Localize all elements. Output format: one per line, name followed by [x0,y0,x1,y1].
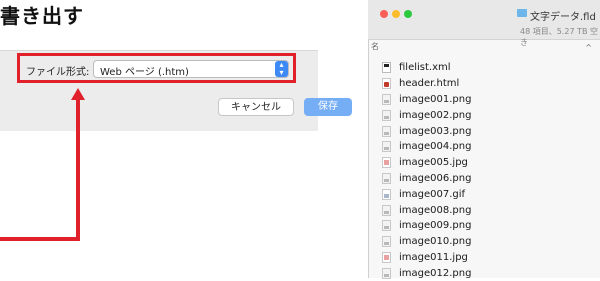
file-list-item[interactable]: image001.png [382,92,600,108]
jpg-file-icon [382,251,391,263]
file-list-item[interactable]: image009.png [382,218,600,234]
file-name: image004.png [399,141,472,153]
png-file-icon [382,267,391,279]
file-name: image007.gif [399,188,466,200]
gif-file-icon [382,188,391,200]
column-header-label: 名 [371,42,379,51]
png-file-icon [382,141,391,153]
png-file-icon [382,236,391,248]
file-name: image005.jpg [399,157,468,169]
file-list-item[interactable]: image004.png [382,139,600,155]
file-list-item[interactable]: image002.png [382,107,600,123]
folder-icon [517,9,527,17]
file-name: header.html [399,78,460,90]
file-name: image003.png [399,125,472,137]
file-list-item[interactable]: image006.png [382,171,600,187]
png-file-icon [382,172,391,184]
png-file-icon [382,204,391,216]
file-list-item[interactable]: image012.png [382,265,600,281]
file-list-item[interactable]: image008.png [382,202,600,218]
file-list-item[interactable]: image005.jpg [382,155,600,171]
file-name: image001.png [399,93,472,105]
file-list-item[interactable]: image011.jpg [382,250,600,266]
png-file-icon [382,109,391,121]
annotation-arrow-horizontal [0,237,80,241]
name-column-header[interactable]: 名 ^ [371,41,600,55]
html-file-icon [382,78,391,90]
file-name: image009.png [399,220,472,232]
file-name: image008.png [399,204,472,216]
cancel-button[interactable]: キャンセル [218,98,294,116]
file-name: image011.jpg [399,251,468,263]
file-list-item[interactable]: image010.png [382,234,600,250]
close-window-button[interactable] [380,10,388,18]
page-heading: 書き出す [0,4,84,28]
file-list-item[interactable]: filelist.xml [382,60,600,76]
file-name: filelist.xml [399,62,451,74]
file-name: image006.png [399,172,472,184]
xml-file-icon [382,62,391,74]
png-file-icon [382,220,391,232]
format-highlight-box [17,53,296,83]
minimize-window-button[interactable] [392,10,400,18]
file-name: image002.png [399,109,472,121]
png-file-icon [382,125,391,137]
save-button[interactable]: 保存 [304,98,352,116]
file-list-item[interactable]: image003.png [382,123,600,139]
file-name: image010.png [399,236,472,248]
png-file-icon [382,93,391,105]
annotation-arrow-vertical [76,99,80,241]
sort-caret-icon: ^ [585,43,592,52]
window-title: 文字データ.fld [530,12,596,23]
file-list: filelist.xml header.html image001.png image… [382,60,600,281]
file-list-item[interactable]: image007.gif [382,186,600,202]
file-name: image012.png [399,267,472,279]
jpg-file-icon [382,157,391,169]
file-list-item[interactable]: header.html [382,76,600,92]
zoom-window-button[interactable] [404,10,412,18]
